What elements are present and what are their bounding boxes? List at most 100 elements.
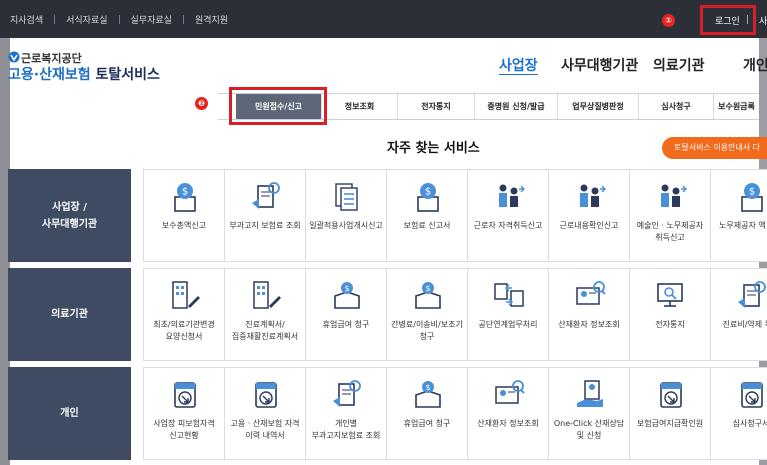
service-tile-label: 개인별 부과고지보험료 조회	[311, 419, 381, 440]
logo-icon	[8, 51, 20, 63]
divider	[54, 15, 56, 24]
service-tile[interactable]: 예술인 · 노무제공자 취득신고	[629, 169, 711, 262]
service-tile[interactable]: 산재환자 정보조회	[467, 367, 549, 460]
section-title: 자주 찾는 서비스	[387, 141, 480, 156]
category-label: 사무대행기관	[41, 218, 98, 230]
service-tile[interactable]: 사업장 피보험자격 신고현황	[143, 367, 225, 460]
service-title-accent: 고용·산재보험	[8, 67, 91, 83]
category-personal: 개인	[8, 367, 131, 460]
service-tile[interactable]: One-Click 산재상담 및 신청	[548, 367, 630, 460]
util-link-branch-search[interactable]: 지사검색	[10, 13, 43, 26]
svg-text:$: $	[425, 187, 431, 198]
service-tile[interactable]: $ 휴업급여 청구	[386, 367, 468, 460]
svg-text:$: $	[182, 187, 188, 198]
service-tile[interactable]: $ 노무제공자 액 신고	[710, 169, 767, 262]
main-nav-workplace[interactable]: 사업장	[499, 55, 538, 75]
tab-disease-judgment[interactable]: 업무상질병판정	[558, 94, 639, 119]
tab-highlight-box	[229, 87, 327, 125]
category-label: 의료기관	[51, 309, 88, 320]
main-nav-personal[interactable]: 개인	[743, 55, 767, 75]
service-tile-label: 전자통지	[655, 320, 685, 329]
service-tile[interactable]: 심사청구서	[710, 367, 767, 460]
service-tile-label: 부과고지 보험료 조회	[229, 221, 301, 230]
svg-text:$: $	[749, 187, 755, 198]
coin-box-icon: $	[415, 282, 441, 309]
id-search-icon	[576, 281, 606, 305]
service-tile[interactable]: 근로자 자격취득신고	[467, 169, 549, 262]
tab-certificate[interactable]: 증명원 신청/발급	[475, 94, 558, 119]
coin-box-icon: $	[415, 381, 441, 408]
service-tile[interactable]: 보험급여지급확인원	[629, 367, 711, 460]
monitor-search-icon	[657, 283, 683, 307]
service-title[interactable]: 고용·산재보험 토탈서비스	[8, 64, 160, 84]
tab-info-lookup[interactable]: 정보조회	[322, 94, 398, 119]
util-link-remote-support[interactable]: 원격지원	[195, 13, 228, 26]
tab-more[interactable]: 보수원금록	[714, 94, 759, 119]
service-tile-label: 휴업급여 청구	[322, 320, 370, 329]
service-tile[interactable]: 고용 · 산재보험 자격 이력 내역서	[224, 367, 306, 460]
workers-arrow-icon	[580, 184, 606, 207]
service-tile-label: 보험급여지급확인원	[636, 419, 704, 428]
main-nav-medical[interactable]: 의료기관	[653, 55, 705, 75]
service-tile-label: 보수총액신고	[161, 221, 207, 230]
service-tile[interactable]: $ 보수총액신고	[143, 169, 225, 262]
service-tile[interactable]: 전자통지	[629, 268, 711, 361]
tab-review-request[interactable]: 심사청구	[639, 94, 714, 119]
id-search-icon	[495, 380, 525, 404]
util-link-forms[interactable]: 서식자료실	[66, 13, 107, 26]
truncated-menu[interactable]: 사	[759, 14, 767, 27]
annotation-badge-1: ①	[662, 14, 675, 27]
workers-arrow-icon	[499, 184, 525, 207]
download-doc-icon	[660, 382, 682, 408]
login-link[interactable]: 로그인	[715, 14, 740, 27]
utility-links: 지사검색 서식자료실 실무자료실 원격지원	[10, 13, 228, 26]
category-label: 사업장 /	[52, 201, 87, 213]
service-tile[interactable]: $ 휴업급여 청구	[305, 268, 387, 361]
service-row-workplace: $ 보수총액신고 부과고지 보험료 조회 일괄적용사업개시신고 $ 보험료 신고서 근로자 …	[143, 169, 767, 262]
service-tile[interactable]: $ 보험료 신고서	[386, 169, 468, 262]
service-tile[interactable]: 최초/의료기관변경 요양신청서	[143, 268, 225, 361]
service-tile-label: 예술인 · 노무제공자 취득신고	[636, 221, 704, 242]
service-tile-label: One-Click 산재상담 및 신청	[553, 419, 625, 440]
service-tile-label: 휴업급여 청구	[403, 419, 451, 428]
service-guide-button[interactable]: 토탈서비스 이용안내서 다	[662, 137, 767, 159]
coin-doc-icon: $	[741, 183, 763, 212]
service-tile[interactable]: 근로내용확인신고	[548, 169, 630, 262]
coin-box-icon: $	[334, 282, 360, 309]
service-tile-label: 노무제공자 액 신고	[719, 221, 767, 230]
coin-doc-icon: $	[174, 183, 196, 212]
service-row-personal: 사업장 피보험자격 신고현황 고용 · 산재보험 자격 이력 내역서 개인별 부과고…	[143, 367, 767, 460]
svg-text:$: $	[425, 284, 430, 293]
category-label: 개인	[60, 408, 79, 419]
download-doc-icon	[741, 382, 763, 408]
service-tile[interactable]: 산재환자 정보조회	[548, 268, 630, 361]
main-nav-agency[interactable]: 사무대행기관	[561, 55, 638, 75]
receipt-search-icon	[333, 380, 361, 407]
divider	[118, 15, 120, 24]
download-doc-icon	[255, 382, 277, 408]
service-title-rest: 토탈서비스	[90, 67, 160, 83]
service-tile[interactable]: 진료계획서/집중재활진료계획서	[224, 268, 306, 361]
service-tile[interactable]: 개인별 부과고지보험료 조회	[305, 367, 387, 460]
service-tile-label: 진료비/약제 목록	[722, 320, 767, 329]
hand-doc-icon	[577, 380, 603, 407]
service-tile-label: 진료계획서/집중재활진료계획서	[231, 320, 299, 341]
svg-text:$: $	[344, 284, 349, 293]
tab-e-notice[interactable]: 전자통지	[398, 94, 475, 119]
workers-arrow-icon	[661, 184, 687, 207]
coin-doc-icon: $	[417, 183, 439, 212]
svg-text:$: $	[425, 383, 430, 392]
service-tile[interactable]: 일괄적용사업개시신고	[305, 169, 387, 262]
service-tile-label: 사업장 피보험자격 신고현황	[153, 419, 215, 440]
exchange-icon	[494, 283, 524, 307]
category-workplace: 사업장 / 사무대행기관	[8, 169, 131, 262]
service-tile[interactable]: 공단연계업무처리	[467, 268, 549, 361]
service-tile[interactable]: 부과고지 보험료 조회	[224, 169, 306, 262]
util-link-practice[interactable]: 실무자료실	[131, 13, 172, 26]
service-tile[interactable]: 진료비/약제 목록	[710, 268, 767, 361]
stacked-docs-icon	[335, 183, 358, 211]
service-tile-label: 공단연계업무처리	[478, 320, 538, 329]
service-tile-label: 간병료/이송비/보조기 청구	[391, 320, 463, 341]
service-tile-label: 최초/의료기관변경 요양신청서	[153, 320, 215, 341]
service-tile[interactable]: $ 간병료/이송비/보조기 청구	[386, 268, 468, 361]
